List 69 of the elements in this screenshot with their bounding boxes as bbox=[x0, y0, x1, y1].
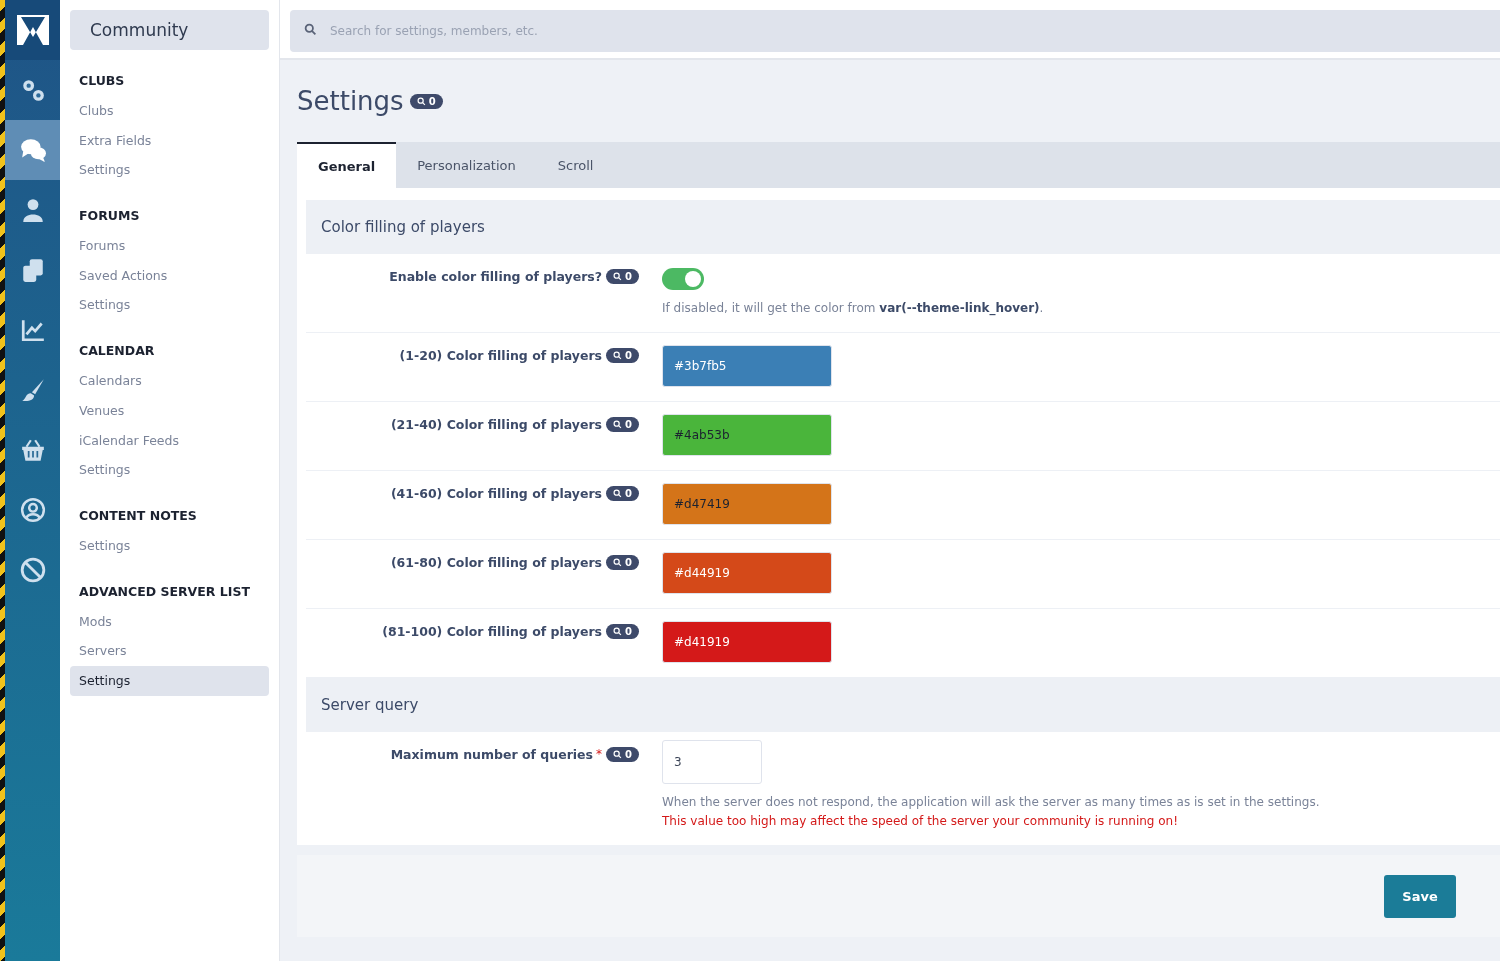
setting-label: (1-20) Color filling of players bbox=[399, 348, 603, 364]
setting-label: Enable color filling of players? bbox=[389, 269, 603, 285]
sidebar-heading: CALENDAR bbox=[79, 342, 156, 361]
sidebar-item[interactable]: Mods bbox=[70, 606, 269, 637]
setting-label: (61-80) Color filling of players bbox=[390, 555, 603, 571]
setting-label: (81-100) Color filling of players bbox=[382, 624, 603, 640]
setting-label: Maximum number of queries bbox=[390, 747, 594, 763]
search-count-badge[interactable]: 0 bbox=[409, 93, 443, 109]
sidebar-item[interactable]: Forums bbox=[70, 231, 269, 261]
search-count-badge[interactable]: 0 bbox=[606, 348, 639, 363]
toggle-switch[interactable] bbox=[662, 268, 704, 290]
sidebar-item[interactable]: Settings bbox=[70, 455, 269, 485]
sidebar-item[interactable]: Settings bbox=[70, 290, 269, 321]
sidebar-heading: ADVANCED SERVER LIST bbox=[79, 582, 251, 601]
sidebar-item[interactable]: iCalendar Feeds bbox=[70, 425, 269, 456]
warning-text: This value too high may affect the speed of the server your community is running on! bbox=[662, 813, 1178, 830]
number-field[interactable]: 3 bbox=[662, 740, 762, 784]
section-header: Server query bbox=[306, 678, 1500, 732]
search-count-badge[interactable]: 0 bbox=[606, 624, 639, 639]
tab[interactable]: Scroll bbox=[536, 142, 615, 188]
sidebar-heading: CONTENT NOTES bbox=[79, 506, 198, 525]
search-icon bbox=[613, 489, 623, 498]
sidebar-item[interactable]: Settings bbox=[70, 665, 269, 696]
help-text: If disabled, it will get the color from var(--theme-link_hover). bbox=[662, 300, 1044, 318]
tab[interactable]: Personalization bbox=[396, 142, 537, 188]
search-icon bbox=[416, 96, 426, 106]
sidebar-title: Community bbox=[70, 10, 269, 50]
color-field[interactable]: #3b7fb5 bbox=[662, 345, 832, 387]
setting-label: (41-60) Color filling of players bbox=[390, 486, 603, 502]
section-header: Color filling of players bbox=[306, 200, 1500, 254]
search-count-badge[interactable]: 0 bbox=[606, 417, 639, 432]
prohibited-icon bbox=[19, 557, 46, 583]
save-button[interactable]: Save bbox=[1384, 874, 1456, 918]
sidebar-item[interactable]: Clubs bbox=[70, 96, 269, 126]
sidebar-item[interactable]: Settings bbox=[70, 155, 269, 186]
search-icon bbox=[304, 23, 317, 36]
sidebar-item[interactable]: Extra Fields bbox=[70, 125, 269, 156]
page-title: Settings bbox=[297, 86, 404, 116]
sidebar-item[interactable]: Settings bbox=[70, 530, 269, 561]
sidebar-item[interactable]: Venues bbox=[70, 395, 269, 426]
logo-icon bbox=[16, 15, 49, 45]
search-count-badge[interactable]: 0 bbox=[606, 555, 639, 570]
search-count-badge[interactable]: 0 bbox=[606, 486, 639, 501]
color-field[interactable]: #d44919 bbox=[662, 552, 832, 594]
sidebar-item[interactable]: Servers bbox=[70, 636, 269, 666]
setting-label: (21-40) Color filling of players bbox=[390, 417, 603, 433]
line-chart-icon bbox=[19, 317, 46, 343]
sidebar-heading: CLUBS bbox=[79, 72, 126, 90]
search-icon bbox=[613, 627, 623, 636]
sidebar-item[interactable]: Calendars bbox=[70, 366, 269, 396]
search-icon bbox=[613, 351, 623, 360]
color-field[interactable]: #d47419 bbox=[662, 483, 832, 525]
tab[interactable]: General bbox=[297, 142, 397, 188]
search-icon bbox=[613, 272, 623, 281]
color-field[interactable]: #d41919 bbox=[662, 621, 832, 663]
search-icon bbox=[613, 558, 623, 567]
search-icon bbox=[613, 750, 623, 759]
help-text: When the server does not respond, the application will ask the server as many times as is set in the settings. bbox=[662, 794, 1320, 811]
search-count-badge[interactable]: 0 bbox=[606, 269, 639, 284]
search-count-badge[interactable]: 0 bbox=[606, 747, 639, 762]
search-icon bbox=[613, 420, 623, 429]
color-field[interactable]: #4ab53b bbox=[662, 414, 832, 456]
basket-icon bbox=[19, 437, 46, 463]
sidebar-heading: FORUMS bbox=[79, 207, 141, 226]
chat-bubbles-icon bbox=[19, 137, 46, 163]
required-mark: * bbox=[596, 747, 603, 761]
user-circle-icon bbox=[19, 497, 46, 523]
sidebar-item[interactable]: Saved Actions bbox=[70, 260, 269, 291]
search-field[interactable]: Search for settings, members, etc. bbox=[290, 10, 1500, 52]
